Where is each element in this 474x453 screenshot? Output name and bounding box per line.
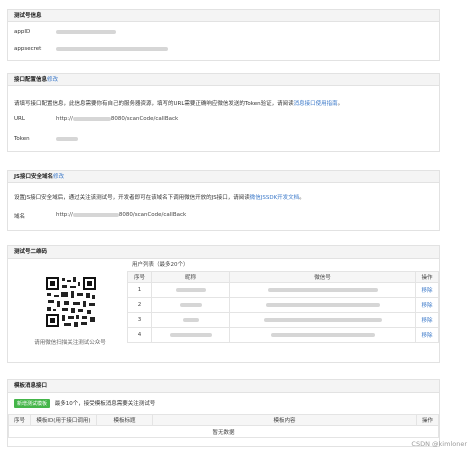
qrcode-caption: 请用微信扫描关注测试公众号 xyxy=(34,340,106,346)
url-label: URL xyxy=(14,116,25,122)
js-domain-title: JS接口安全域名 xyxy=(14,174,54,180)
appid-label: appID xyxy=(14,29,31,35)
qrcode-title: 测试号二维码 xyxy=(8,246,439,259)
test-account-title: 测试号信息 xyxy=(8,10,439,22)
template-table-wrap: 序号 模板ID(用于接口调用) 模板标题 模板内容 操作 暂无数据 xyxy=(8,414,439,438)
appid-value xyxy=(56,29,116,35)
interface-config-section: 接口配置信息修改 请填写接口配置信息，此信息需要你有自己的服务器资源，填写的UR… xyxy=(7,73,440,152)
js-domain-section: JS接口安全域名修改 设置JS接口安全域后，通过关注该测试号，开发者即可在该域名… xyxy=(7,170,440,231)
col-nickname: 昵称 xyxy=(151,271,230,283)
template-toolbar: 新增测试模板 最多10个，接受模板消息需要关注测试号 xyxy=(14,399,155,408)
template-note: 最多10个，接受模板消息需要关注测试号 xyxy=(54,401,156,407)
interface-config-desc: 请填写接口配置信息，此信息需要你有自己的服务器资源，填写的URL需要正确响应微信… xyxy=(14,101,344,107)
interface-config-edit-link[interactable]: 修改 xyxy=(47,77,58,83)
qrcode-section: 测试号二维码 请用微信扫描关注测试公众号 用户列表（最多20个） 序号 昵称 微… xyxy=(7,245,440,363)
message-guide-link[interactable]: 消息接口使用指南 xyxy=(294,101,338,107)
table-row: 4 移除 xyxy=(127,327,439,343)
interface-config-title: 接口配置信息 xyxy=(14,77,48,83)
col-no: 序号 xyxy=(127,271,152,283)
appsecret-label: appsecret xyxy=(14,46,42,52)
table-row: 1 移除 xyxy=(127,282,439,298)
col-template-content: 模板内容 xyxy=(152,414,417,426)
template-empty-text: 暂无数据 xyxy=(8,425,439,438)
user-list-title: 用户列表（最多20个） xyxy=(132,262,189,268)
table-row: 2 移除 xyxy=(127,297,439,313)
user-table: 序号 昵称 微信号 操作 1 移除 2 移除 3 移除 4 移除 xyxy=(127,271,439,343)
domain-value: http://8080/scanCode/callBack xyxy=(56,212,187,218)
col-template-id: 模板ID(用于接口调用) xyxy=(30,414,97,426)
token-label: Token xyxy=(14,136,30,142)
domain-label: 域名 xyxy=(14,214,26,220)
interface-config-header: 接口配置信息修改 xyxy=(8,74,439,86)
qrcode-image xyxy=(45,276,97,328)
appsecret-value xyxy=(56,46,168,52)
url-value: http://8080/scanCode/callBack xyxy=(56,116,179,122)
remove-button[interactable]: 移除 xyxy=(415,297,439,313)
col-action: 操作 xyxy=(415,271,439,283)
table-row: 3 移除 xyxy=(127,312,439,328)
col-action: 操作 xyxy=(416,414,439,426)
jssdk-doc-link[interactable]: 微信JSSDK开发文档 xyxy=(250,195,299,201)
remove-button[interactable]: 移除 xyxy=(415,327,439,343)
js-domain-header: JS接口安全域名修改 xyxy=(8,171,439,183)
js-domain-desc: 设置JS接口安全域后，通过关注该测试号，开发者即可在该域名下调用微信开放的JS接… xyxy=(14,195,305,201)
col-wechat-id: 微信号 xyxy=(229,271,416,283)
remove-button[interactable]: 移除 xyxy=(415,282,439,298)
col-no: 序号 xyxy=(8,414,31,426)
js-domain-edit-link[interactable]: 修改 xyxy=(53,174,64,180)
template-section: 模板消息接口 新增测试模板 最多10个，接受模板消息需要关注测试号 序号 模板I… xyxy=(7,379,440,447)
csdn-watermark: CSDN @kimloner xyxy=(411,440,467,448)
remove-button[interactable]: 移除 xyxy=(415,312,439,328)
user-list: 用户列表（最多20个） 序号 昵称 微信号 操作 1 移除 2 移除 3 移除 … xyxy=(127,259,439,343)
add-template-button[interactable]: 新增测试模板 xyxy=(14,399,51,408)
col-template-title: 模板标题 xyxy=(96,414,153,426)
token-value xyxy=(56,136,78,142)
test-account-section: 测试号信息 appID appsecret xyxy=(7,9,440,61)
template-title: 模板消息接口 xyxy=(8,380,439,393)
template-table: 序号 模板ID(用于接口调用) 模板标题 模板内容 操作 暂无数据 xyxy=(8,414,439,438)
